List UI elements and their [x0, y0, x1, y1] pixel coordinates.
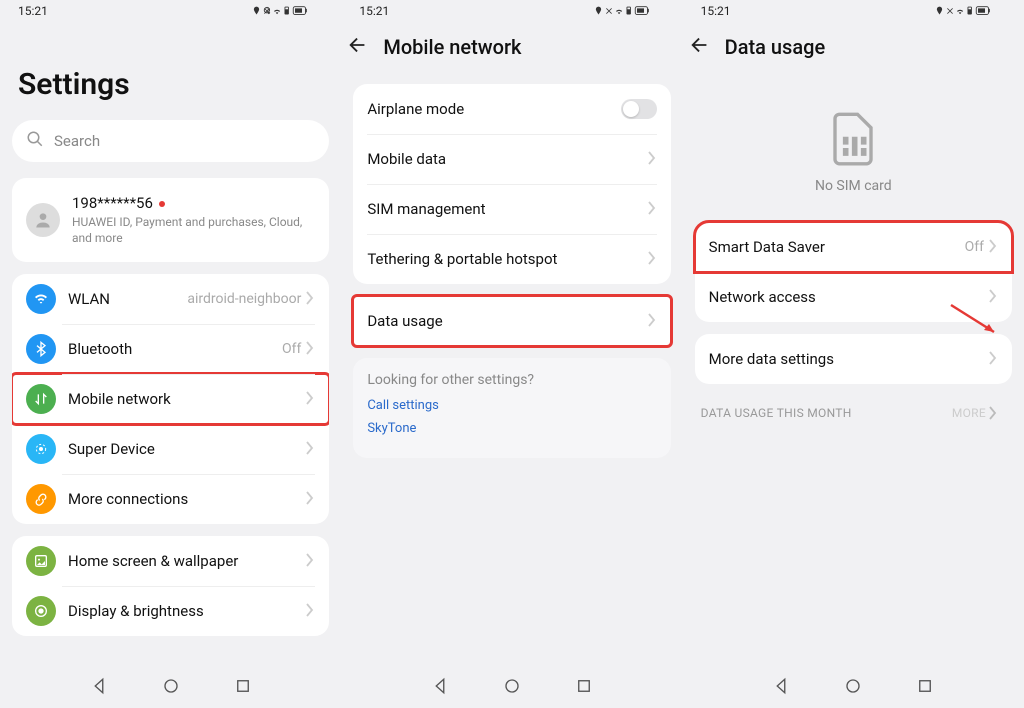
status-time: 15:21 — [18, 4, 48, 18]
phone-mobile-network: 15:21 Mobile network Airplane mode Mobil… — [341, 0, 682, 708]
nav-back-icon[interactable] — [772, 677, 790, 699]
nav-recent-icon[interactable] — [234, 677, 252, 699]
chevron-right-icon — [647, 250, 657, 269]
phone-data-usage: 15:21 Data usage No SIM card Smart Data … — [683, 0, 1024, 708]
chevron-right-icon — [988, 238, 998, 257]
chevron-right-icon — [305, 390, 315, 409]
settings-mobile-network[interactable]: Mobile network — [12, 374, 329, 424]
row-network-access[interactable]: Network access — [695, 272, 1012, 322]
status-bar: 15:21 — [0, 0, 341, 22]
more-link[interactable]: MORE — [952, 406, 998, 420]
nav-back-icon[interactable] — [431, 677, 449, 699]
chevron-right-icon — [988, 288, 998, 307]
account-sub: HUAWEI ID, Payment and purchases, Cloud,… — [72, 214, 315, 246]
no-sim-block: No SIM card — [695, 72, 1012, 222]
search-input[interactable]: Search — [12, 120, 329, 162]
sim-card-icon — [830, 112, 876, 170]
super-device-icon — [26, 434, 56, 464]
settings-more-connections[interactable]: More connections — [12, 474, 329, 524]
nav-recent-icon[interactable] — [575, 677, 593, 699]
android-nav — [0, 668, 341, 708]
other-settings-title: Looking for other settings? — [367, 372, 656, 388]
link-skytone[interactable]: SkyTone — [367, 421, 656, 436]
chevron-right-icon — [305, 290, 315, 309]
bluetooth-icon — [26, 334, 56, 364]
search-placeholder: Search — [54, 132, 100, 150]
settings-display[interactable]: Display & brightness — [12, 586, 329, 636]
status-icons — [253, 5, 323, 17]
status-icons — [595, 5, 665, 17]
row-more-data-settings[interactable]: More data settings — [695, 334, 1012, 384]
nav-home-icon[interactable] — [503, 677, 521, 699]
row-airplane[interactable]: Airplane mode — [353, 84, 670, 134]
status-icons — [936, 5, 1006, 17]
search-icon — [26, 130, 44, 152]
avatar-icon — [26, 203, 60, 237]
phone-settings: 15:21 Settings Search 198******56 HUAWEI… — [0, 0, 341, 708]
nav-home-icon[interactable] — [162, 677, 180, 699]
chevron-right-icon — [988, 350, 998, 369]
chevron-right-icon — [305, 440, 315, 459]
page-title: Data usage — [725, 35, 826, 59]
chevron-right-icon — [647, 312, 657, 331]
airplane-toggle[interactable] — [621, 99, 657, 119]
chevron-right-icon — [647, 200, 657, 219]
page-title: Mobile network — [383, 35, 521, 59]
android-nav — [683, 668, 1024, 708]
account-row[interactable]: 198******56 HUAWEI ID, Payment and purch… — [12, 178, 329, 262]
section-data-usage-month: DATA USAGE THIS MONTH MORE — [695, 396, 1012, 420]
other-settings-card: Looking for other settings? Call setting… — [353, 358, 670, 458]
android-nav — [341, 668, 682, 708]
row-smart-data-saver[interactable]: Smart Data Saver Off — [695, 222, 1012, 272]
account-name: 198******56 — [72, 194, 153, 212]
nav-back-icon[interactable] — [90, 677, 108, 699]
wallpaper-icon — [26, 546, 56, 576]
page-title: Settings — [18, 67, 329, 102]
row-sim-management[interactable]: SIM management — [353, 184, 670, 234]
row-data-usage[interactable]: Data usage — [353, 296, 670, 346]
no-sim-label: No SIM card — [815, 178, 892, 194]
chevron-right-icon — [305, 490, 315, 509]
chevron-right-icon — [305, 602, 315, 621]
display-icon — [26, 596, 56, 626]
back-button[interactable] — [347, 34, 369, 60]
chevron-right-icon — [305, 340, 315, 359]
chevron-right-icon — [305, 552, 315, 571]
back-button[interactable] — [689, 34, 711, 60]
status-time: 15:21 — [701, 4, 731, 18]
settings-home-wallpaper[interactable]: Home screen & wallpaper — [12, 536, 329, 586]
link-call-settings[interactable]: Call settings — [367, 398, 656, 413]
settings-super-device[interactable]: Super Device — [12, 424, 329, 474]
mobile-data-icon — [26, 384, 56, 414]
settings-wlan[interactable]: WLAN airdroid-neighboor — [12, 274, 329, 324]
status-time: 15:21 — [359, 4, 389, 18]
status-bar: 15:21 — [683, 0, 1024, 22]
link-icon — [26, 484, 56, 514]
status-bar: 15:21 — [341, 0, 682, 22]
row-tethering[interactable]: Tethering & portable hotspot — [353, 234, 670, 284]
nav-home-icon[interactable] — [844, 677, 862, 699]
nav-recent-icon[interactable] — [916, 677, 934, 699]
chevron-right-icon — [647, 150, 657, 169]
notification-dot — [159, 201, 165, 207]
settings-bluetooth[interactable]: Bluetooth Off — [12, 324, 329, 374]
wifi-icon — [26, 284, 56, 314]
row-mobile-data[interactable]: Mobile data — [353, 134, 670, 184]
